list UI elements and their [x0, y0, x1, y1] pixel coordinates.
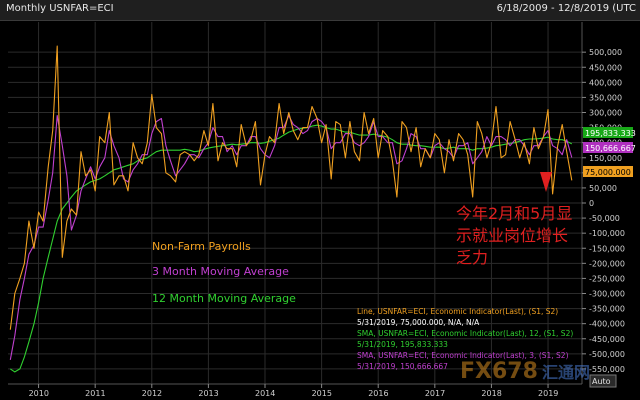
annotation-line-1: 今年2月和5月显	[456, 204, 572, 223]
annotation-line-3: 乏力	[456, 248, 488, 267]
badge-ma12: 195,833.333	[585, 129, 636, 138]
x-tick-label: 2016	[368, 389, 388, 398]
info-line-2: 5/31/2019, 75,000.000, N/A, N/A	[357, 318, 480, 327]
info-line-1: Line, USNFAR=ECI, Economic Indicator(Las…	[357, 307, 558, 316]
legend-ma3: 3 Month Moving Average	[152, 265, 289, 278]
x-tick-label: 2012	[142, 389, 162, 398]
watermark-sub: 汇通网	[542, 363, 590, 382]
x-tick-label: 2013	[198, 389, 218, 398]
y-tick-label: 0	[589, 199, 594, 208]
chart-background	[0, 0, 640, 400]
y-tick-label: -350,000	[589, 305, 625, 314]
x-tick-label: 2010	[29, 389, 49, 398]
x-tick-label: 2017	[425, 389, 445, 398]
info-line-3: SMA, USNFAR=ECI, Economic Indicator(Last…	[357, 329, 573, 338]
y-tick-label: -250,000	[589, 274, 625, 283]
date-range: 6/18/2009 - 12/8/2019 (UTC	[496, 3, 636, 14]
chart-title: Monthly USNFAR=ECI	[6, 3, 114, 14]
nfp-chart: 500,000450,000400,000350,000300,000250,0…	[0, 0, 640, 400]
auto-button-label: Auto	[592, 377, 611, 386]
y-tick-label: -500,000	[589, 350, 625, 359]
y-tick-label: 450,000	[589, 63, 622, 72]
x-tick-label: 2014	[255, 389, 275, 398]
badge-ma3: 150,666.667	[585, 144, 636, 153]
y-tick-label: -400,000	[589, 320, 625, 329]
y-tick-label: 300,000	[589, 109, 622, 118]
y-tick-label: 50,000	[589, 184, 617, 193]
y-tick-label: 350,000	[589, 93, 622, 102]
watermark-logo: FX678	[460, 359, 538, 384]
y-tick-label: 400,000	[589, 78, 622, 87]
y-tick-label: 500,000	[589, 48, 622, 57]
legend-nfp: Non-Farm Payrolls	[152, 240, 251, 253]
annotation-line-2: 示就业岗位增长	[456, 226, 568, 245]
legend-ma12: 12 Month Moving Average	[152, 292, 296, 305]
y-tick-label: -50,000	[589, 214, 620, 223]
info-line-4: 5/31/2019, 195,833.333	[357, 340, 448, 349]
title-bar: Monthly USNFAR=ECI 6/18/2009 - 12/8/2019…	[0, 0, 640, 21]
info-line-6: 5/31/2019, 150,666.667	[357, 362, 448, 371]
badge-nfp: 75,000.000	[585, 168, 631, 177]
x-tick-label: 2019	[538, 389, 558, 398]
x-tick-label: 2018	[481, 389, 501, 398]
y-tick-label: -150,000	[589, 244, 625, 253]
y-tick-label: -450,000	[589, 335, 625, 344]
x-tick-label: 2015	[312, 389, 332, 398]
y-tick-label: 150,000	[589, 154, 622, 163]
chart-window: 500,000450,000400,000350,000300,000250,0…	[0, 0, 640, 400]
y-tick-label: -300,000	[589, 290, 625, 299]
x-tick-label: 2011	[85, 389, 105, 398]
y-tick-label: -100,000	[589, 229, 625, 238]
y-tick-label: -200,000	[589, 259, 625, 268]
y-tick-label: -550,000	[589, 365, 625, 374]
